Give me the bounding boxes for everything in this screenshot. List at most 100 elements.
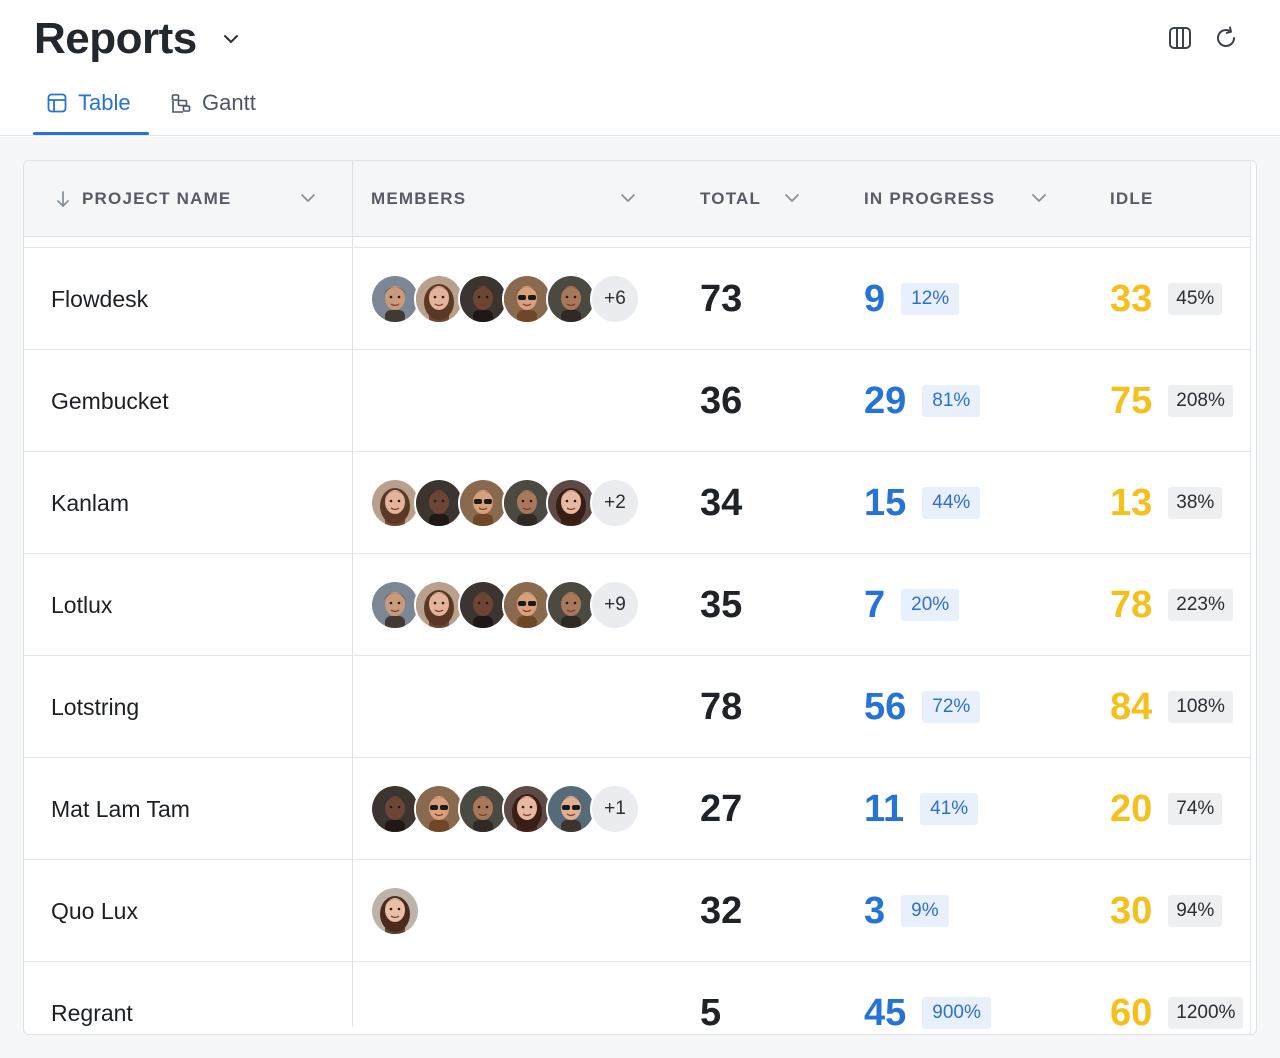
members-avatars[interactable] (370, 886, 420, 936)
project-name[interactable]: Kanlam (51, 452, 129, 554)
avatar[interactable] (370, 274, 420, 324)
idle-value: 33 (1110, 277, 1153, 320)
avatar[interactable] (458, 478, 508, 528)
avatar[interactable] (546, 580, 596, 630)
tab-gantt[interactable]: Gantt (170, 78, 256, 136)
refresh-icon[interactable] (1212, 24, 1240, 52)
avatar[interactable] (414, 580, 464, 630)
table-row[interactable]: Quo Lux 32 3 9% 30 94% (24, 860, 1250, 962)
project-name[interactable]: Mat Lam Tam (51, 758, 190, 860)
in-progress-percent-badge: 41% (920, 793, 979, 825)
column-header-total[interactable]: TOTAL (700, 161, 761, 237)
column-label: TOTAL (700, 189, 762, 208)
project-name[interactable]: Flowdesk (51, 248, 148, 350)
table-row[interactable]: Flowdesk +6 73 9 12% 33 45% (24, 248, 1250, 350)
column-label: IN PROGRESS (864, 189, 996, 208)
avatar[interactable] (370, 580, 420, 630)
idle-value: 84 (1110, 685, 1153, 728)
page-title: Reports (34, 14, 197, 63)
total-value: 5 (700, 991, 722, 1034)
idle-cell: 75 208% (1110, 350, 1233, 452)
more-members-badge[interactable]: +2 (590, 478, 640, 528)
avatar[interactable] (414, 784, 464, 834)
in-progress-cell: 56 72% (864, 656, 981, 758)
tab-label: Gantt (202, 90, 256, 115)
total-value: 73 (700, 277, 743, 320)
column-header-idle[interactable]: IDLE (1110, 161, 1154, 237)
in-progress-cell: 29 81% (864, 350, 981, 452)
column-header-project-name[interactable]: PROJECT NAME (52, 161, 231, 237)
members-avatars[interactable]: +2 (370, 478, 640, 528)
avatar[interactable] (502, 580, 552, 630)
in-progress-value: 3 (864, 889, 886, 932)
in-progress-percent-badge: 44% (922, 487, 981, 519)
avatar[interactable] (502, 784, 552, 834)
members-avatars[interactable]: +9 (370, 580, 640, 630)
tab-table[interactable]: Table (46, 78, 131, 136)
avatar[interactable] (546, 274, 596, 324)
avatar[interactable] (458, 580, 508, 630)
in-progress-cell: 45 900% (864, 962, 991, 1034)
idle-cell: 33 45% (1110, 248, 1223, 350)
chevron-down-icon[interactable] (782, 188, 802, 208)
in-progress-value: 29 (864, 379, 907, 422)
idle-value: 60 (1110, 991, 1153, 1034)
column-label: PROJECT NAME (82, 189, 232, 208)
members-avatars[interactable]: +6 (370, 274, 640, 324)
avatar[interactable] (458, 784, 508, 834)
more-members-badge[interactable]: +1 (590, 784, 640, 834)
in-progress-value: 56 (864, 685, 907, 728)
avatar[interactable] (414, 478, 464, 528)
members-avatars[interactable]: +1 (370, 784, 640, 834)
table-row[interactable]: Regrant 5 45 900% 60 1200% (24, 962, 1250, 1034)
sort-arrow-down-icon[interactable] (52, 188, 74, 210)
project-name[interactable]: Lotstring (51, 656, 139, 758)
idle-percent-badge: 94% (1168, 895, 1223, 927)
columns-icon[interactable] (1166, 24, 1194, 52)
column-header-members[interactable]: MEMBERS (371, 161, 466, 237)
idle-percent-badge: 38% (1168, 487, 1223, 519)
column-divider[interactable] (352, 161, 353, 237)
project-name[interactable]: Regrant (51, 962, 133, 1034)
avatar[interactable] (370, 478, 420, 528)
avatar[interactable] (458, 274, 508, 324)
avatar[interactable] (502, 478, 552, 528)
more-members-badge[interactable]: +6 (590, 274, 640, 324)
idle-cell: 84 108% (1110, 656, 1233, 758)
table-row[interactable]: Lotstring 78 56 72% 84 108% (24, 656, 1250, 758)
in-progress-cell: 11 41% (864, 758, 979, 860)
avatar[interactable] (370, 886, 420, 936)
chevron-down-icon[interactable] (220, 28, 242, 50)
table-row[interactable]: Kanlam +2 34 15 44% 13 38% (24, 452, 1250, 554)
project-name[interactable]: Lotlux (51, 554, 112, 656)
avatar[interactable] (414, 274, 464, 324)
chevron-down-icon[interactable] (618, 188, 638, 208)
content-area: PROJECT NAME MEMBERS TOTAL IN PROGRESS I… (0, 137, 1280, 1058)
idle-percent-badge: 45% (1168, 283, 1223, 315)
chevron-down-icon[interactable] (298, 188, 318, 208)
idle-percent-badge: 223% (1168, 589, 1233, 621)
in-progress-percent-badge: 20% (901, 589, 960, 621)
project-name[interactable]: Quo Lux (51, 860, 138, 962)
avatar[interactable] (546, 784, 596, 834)
idle-value: 78 (1110, 583, 1153, 626)
chevron-down-icon[interactable] (1029, 188, 1049, 208)
avatar[interactable] (502, 274, 552, 324)
project-name[interactable]: Gembucket (51, 350, 169, 452)
gantt-icon (170, 92, 192, 114)
idle-value: 30 (1110, 889, 1153, 932)
idle-cell: 30 94% (1110, 860, 1223, 962)
column-header-in-progress[interactable]: IN PROGRESS (864, 161, 995, 237)
more-members-badge[interactable]: +9 (590, 580, 640, 630)
table-icon (46, 92, 68, 114)
idle-percent-badge: 108% (1168, 691, 1233, 723)
table-row[interactable]: Mat Lam Tam +1 27 11 41% 20 74% (24, 758, 1250, 860)
avatar[interactable] (546, 478, 596, 528)
in-progress-cell: 3 9% (864, 860, 949, 962)
total-value: 36 (700, 379, 743, 422)
reports-table: PROJECT NAME MEMBERS TOTAL IN PROGRESS I… (23, 160, 1257, 1035)
table-row[interactable]: Lotlux +9 35 7 20% 78 223% (24, 554, 1250, 656)
avatar[interactable] (370, 784, 420, 834)
total-value: 32 (700, 889, 743, 932)
table-row[interactable]: Gembucket 36 29 81% 75 208% (24, 350, 1250, 452)
